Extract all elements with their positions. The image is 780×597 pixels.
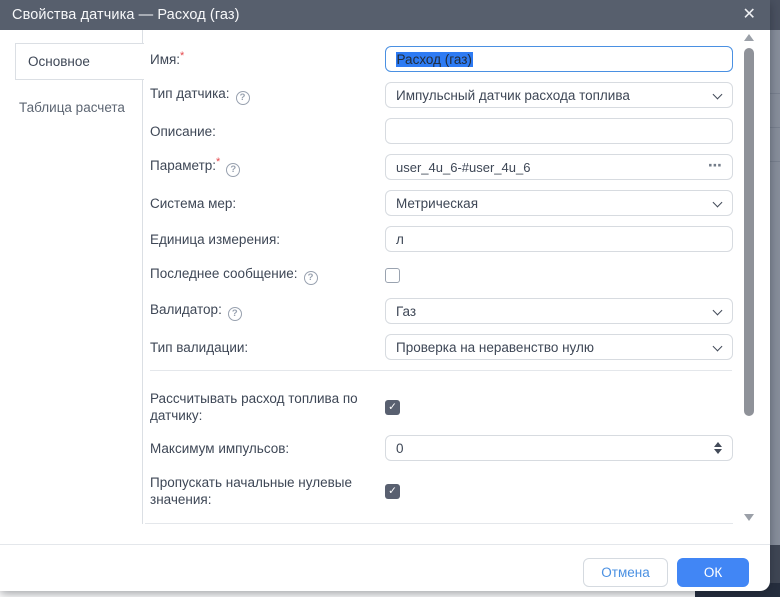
unit-value: л	[396, 232, 404, 247]
description-input[interactable]	[385, 118, 733, 144]
form-row-validation-type: Тип валидации: Проверка на неравенство н…	[150, 334, 734, 360]
unit-label: Единица измерения:	[150, 231, 385, 248]
measure-system-value: Метрическая	[396, 196, 478, 211]
measure-system-select[interactable]: Метрическая	[385, 190, 733, 216]
skip-zeros-checkbox[interactable]: ✓	[385, 484, 400, 499]
cancel-button[interactable]: Отмена	[583, 558, 668, 587]
max-impulses-value: 0	[396, 441, 404, 456]
section-divider	[150, 370, 732, 371]
tab-calc-table[interactable]: Таблица расчета	[0, 92, 142, 122]
number-stepper-icon[interactable]	[714, 442, 722, 454]
ok-button[interactable]: ОК	[677, 558, 749, 587]
form-row-description: Описание:	[150, 118, 734, 144]
required-marker: *	[180, 50, 184, 62]
form-row-parameter: Параметр:*? user_4u_6-#user_4u_6 ⋯	[150, 154, 734, 180]
sensor-properties-dialog: Свойства датчика — Расход (газ) ✕ Основн…	[0, 0, 770, 591]
tab-rail: Основное Таблица расчета	[0, 30, 143, 524]
dialog-body: Основное Таблица расчета Имя:* Расход (г…	[0, 30, 770, 544]
validator-select[interactable]: Газ	[385, 298, 733, 324]
scrollbar-thumb[interactable]	[744, 48, 754, 416]
parameter-input[interactable]: user_4u_6-#user_4u_6	[385, 154, 733, 180]
close-icon[interactable]: ✕	[742, 7, 756, 23]
help-icon[interactable]: ?	[228, 307, 242, 321]
dialog-titlebar: Свойства датчика — Расход (газ) ✕	[0, 0, 770, 30]
dialog-title: Свойства датчика — Расход (газ)	[12, 7, 240, 23]
name-input[interactable]: Расход (газ)	[385, 46, 733, 72]
form-row-name: Имя:* Расход (газ)	[150, 46, 734, 72]
tab-main-label: Основное	[28, 54, 90, 69]
content-bottom-border	[145, 523, 733, 524]
calc-fuel-checkbox[interactable]: ✓	[385, 400, 400, 415]
skip-zeros-label: Пропускать начальные нулевые значения:	[150, 474, 385, 508]
description-label: Описание:	[150, 123, 385, 140]
validation-type-label: Тип валидации:	[150, 339, 385, 356]
tab-main[interactable]: Основное	[15, 43, 144, 80]
name-input-selected-text: Расход (газ)	[396, 52, 473, 67]
max-impulses-label: Максимум импульсов:	[150, 440, 385, 457]
form-row-calc-fuel: Рассчитывать расход топлива по датчику: …	[150, 387, 734, 427]
tab-calc-table-label: Таблица расчета	[19, 100, 125, 115]
scroll-up-icon[interactable]	[744, 34, 754, 41]
sensor-type-value: Импульсный датчик расхода топлива	[396, 88, 630, 103]
form-row-skip-zeros: Пропускать начальные нулевые значения: ✓	[150, 471, 734, 511]
required-marker: *	[216, 156, 220, 168]
form-pane: Имя:* Расход (газ) Тип датчика:? Импульс…	[144, 30, 734, 535]
dialog-footer: Отмена ОК	[0, 544, 770, 590]
vertical-scrollbar[interactable]	[741, 30, 757, 524]
form-row-sensor-type: Тип датчика:? Импульсный датчик расхода …	[150, 82, 734, 108]
measure-system-label: Система мер:	[150, 195, 385, 212]
validation-type-value: Проверка на неравенство нулю	[396, 340, 594, 355]
scroll-down-icon[interactable]	[744, 514, 754, 521]
name-label: Имя:*	[150, 51, 385, 68]
form-row-last-message: Последнее сообщение:?	[150, 262, 734, 288]
validator-value: Газ	[396, 304, 416, 319]
help-icon[interactable]: ?	[236, 91, 250, 105]
last-message-checkbox[interactable]	[385, 268, 400, 283]
max-impulses-input[interactable]: 0	[385, 435, 733, 461]
help-icon[interactable]: ?	[226, 163, 240, 177]
sensor-type-select[interactable]: Импульсный датчик расхода топлива	[385, 82, 733, 108]
validator-label: Валидатор:?	[150, 301, 385, 321]
validation-type-select[interactable]: Проверка на неравенство нулю	[385, 334, 733, 360]
help-icon[interactable]: ?	[304, 271, 318, 285]
calc-fuel-label: Рассчитывать расход топлива по датчику:	[150, 390, 385, 424]
last-message-label: Последнее сообщение:?	[150, 265, 385, 285]
form-row-measure-system: Система мер: Метрическая	[150, 190, 734, 216]
unit-input[interactable]: л	[385, 226, 733, 252]
form-row-max-impulses: Максимум импульсов: 0	[150, 435, 734, 461]
sensor-type-label: Тип датчика:?	[150, 85, 385, 105]
parameter-label: Параметр:*?	[150, 157, 385, 177]
more-options-icon[interactable]: ⋯	[708, 157, 723, 174]
form-row-unit: Единица измерения: л	[150, 226, 734, 252]
form-row-validator: Валидатор:? Газ	[150, 298, 734, 324]
parameter-value: user_4u_6-#user_4u_6	[396, 160, 530, 175]
